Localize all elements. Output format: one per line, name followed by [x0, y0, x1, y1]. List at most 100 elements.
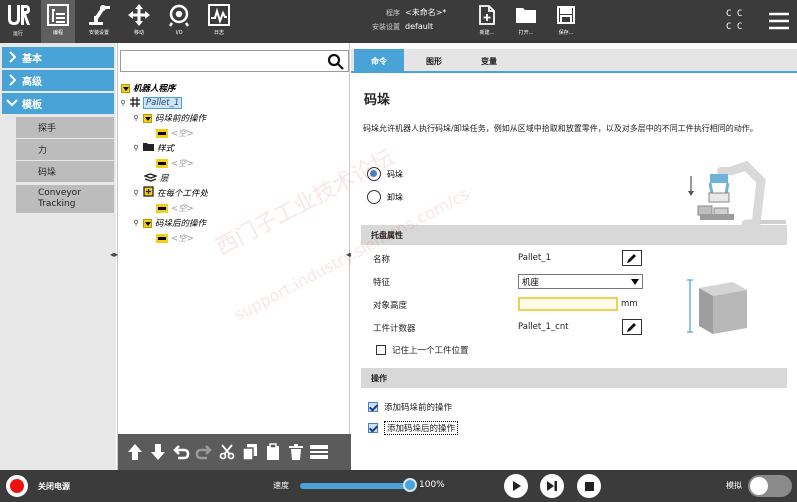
expand-triangle-icon[interactable] [143, 113, 152, 123]
remember-last-item-checkbox[interactable]: 记住上一个工件位置 [376, 344, 469, 356]
expand-triangle-icon[interactable] [143, 218, 152, 228]
counter-label: 工件计数器 [373, 324, 416, 334]
program-tree-icon [46, 0, 70, 30]
tree-search-input[interactable] [120, 50, 349, 72]
cc-line-2: C C [726, 22, 743, 32]
name-value: Pallet_1 [518, 253, 551, 263]
tree-node-empty[interactable]: <空> [156, 156, 194, 170]
program-key: 程序 [386, 9, 400, 17]
tree-node-pattern[interactable]: ⚲ 样式 [132, 141, 174, 155]
simulation-toggle[interactable] [748, 475, 792, 497]
nav-item-label: 探手 [38, 124, 57, 134]
pencil-icon [626, 249, 638, 268]
speed-slider-track[interactable] [300, 483, 412, 489]
radio-depalletizing[interactable]: 卸垛 [367, 190, 403, 204]
object-height-input[interactable] [518, 297, 618, 311]
tree-node-label: 样式 [157, 144, 175, 154]
add-after-operation-checkbox[interactable]: 添加码垛后的操作 [368, 421, 459, 435]
checkbox[interactable] [368, 402, 378, 412]
nav-item-probe[interactable]: 探手 [16, 117, 114, 138]
suppress-icon[interactable] [307, 440, 330, 464]
nav-item-conveyor-tracking[interactable]: Conveyor Tracking [16, 185, 114, 213]
feature-selected-value: 机座 [522, 277, 540, 288]
cut-icon[interactable] [215, 440, 238, 464]
tab-command[interactable]: 命令 [354, 49, 404, 73]
tab-io-label: I/O [175, 30, 183, 36]
nav-section-templates[interactable]: 模板 [2, 93, 114, 114]
undo-icon[interactable] [169, 440, 192, 464]
tree-node-layer[interactable]: 层 [142, 171, 169, 185]
checkbox[interactable] [368, 423, 378, 433]
tree-node-before-palletizing[interactable]: ⚲ 码垛前的操作 [132, 111, 206, 125]
step-button[interactable] [540, 474, 564, 498]
tab-log-label: 日志 [213, 30, 224, 36]
tree-node-label: 码垛前的操作 [155, 114, 207, 124]
tree-node-pallet[interactable]: ⚲ Pallet_1 [119, 96, 183, 110]
edit-counter-button[interactable] [622, 319, 642, 335]
new-button[interactable]: 新建... [472, 0, 502, 43]
open-button[interactable]: 打开... [511, 0, 541, 43]
folder-icon [143, 142, 154, 154]
cc-line-1: C C [726, 9, 743, 19]
install-name: default [405, 22, 434, 31]
add-before-operation-checkbox[interactable]: 添加码垛前的操作 [368, 401, 452, 413]
tree-node-empty[interactable]: <空> [156, 201, 194, 215]
paste-icon[interactable] [261, 440, 284, 464]
top-bar: 运行 编程 安装设置 移动 I/O 日志 程序 <未命名>* 安装设置 defa… [0, 0, 797, 43]
bottom-bar: 关闭电源 速度 100% 模拟 [0, 470, 797, 502]
stop-button[interactable] [577, 474, 601, 498]
program-tree-panel: 机器人程序 ⚲ Pallet_1 ⚲ 码垛前的操作 <空> ⚲ 样式 <空> 层 [117, 43, 351, 470]
tab-log[interactable]: 日志 [202, 0, 236, 43]
tree-node-label: Pallet_1 [143, 97, 183, 109]
chevron-down-icon [6, 98, 18, 110]
radio-button[interactable] [367, 167, 381, 181]
speed-slider-handle[interactable] [403, 478, 417, 492]
tree-node-after-palletizing[interactable]: ⚲ 码垛后的操作 [132, 216, 206, 230]
tree-node-robot-program[interactable]: 机器人程序 [121, 81, 176, 95]
tab-io[interactable]: I/O [162, 0, 196, 43]
tab-variables[interactable]: 变量 [464, 49, 514, 73]
palletizing-robot-illustration [688, 160, 786, 226]
delete-icon[interactable] [284, 440, 307, 464]
edit-name-button[interactable] [622, 250, 642, 266]
tab-graphics[interactable]: 图形 [409, 49, 459, 73]
nav-section-basic[interactable]: 基本 [2, 47, 114, 68]
run-tab[interactable]: 运行 [2, 0, 34, 43]
nav-section-advanced[interactable]: 高级 [2, 70, 114, 91]
play-button[interactable] [504, 474, 528, 498]
simulation-label: 模拟 [726, 481, 742, 490]
power-button[interactable] [6, 475, 28, 497]
program-name: <未命名>* [405, 8, 447, 17]
save-button[interactable]: 保存... [551, 0, 581, 43]
pin-icon: ⚲ [120, 99, 126, 107]
tree-node-each-item[interactable]: ⚲ 在每个工件处 [132, 186, 208, 200]
tab-move[interactable]: 移动 [122, 0, 156, 43]
move-down-icon[interactable] [146, 440, 169, 464]
feature-select[interactable]: 机座 [518, 274, 643, 289]
chevron-right-icon [8, 51, 17, 66]
pin-icon: ⚲ [133, 219, 139, 227]
radio-palletizing[interactable]: 码垛 [367, 167, 403, 181]
tab-move-label: 移动 [133, 30, 144, 36]
pencil-icon [626, 318, 638, 337]
copy-icon[interactable] [238, 440, 261, 464]
move-up-icon[interactable] [123, 440, 146, 464]
tab-program[interactable]: 编程 [41, 0, 75, 43]
search-icon[interactable] [327, 53, 345, 71]
checkbox[interactable] [376, 345, 386, 355]
radio-button[interactable] [367, 190, 381, 204]
hamburger-menu-icon[interactable] [766, 8, 792, 34]
log-chart-icon [207, 0, 231, 30]
object-height-cube-illustration [687, 279, 747, 334]
expand-triangle-icon[interactable] [121, 83, 130, 93]
collapse-nav-handle[interactable]: ◂▸ [110, 250, 118, 259]
nav-item-palletizing[interactable]: 码垛 [16, 161, 114, 182]
redo-icon[interactable] [192, 440, 215, 464]
tab-installation[interactable]: 安装设置 [82, 0, 116, 43]
operations-header: 操作 [361, 368, 787, 388]
install-key: 安装设置 [372, 23, 400, 31]
tree-node-empty[interactable]: <空> [156, 231, 194, 245]
nav-item-force[interactable]: 力 [16, 139, 114, 160]
control-mode-indicator[interactable]: C C C C [726, 8, 742, 34]
tree-node-empty[interactable]: <空> [156, 126, 194, 140]
